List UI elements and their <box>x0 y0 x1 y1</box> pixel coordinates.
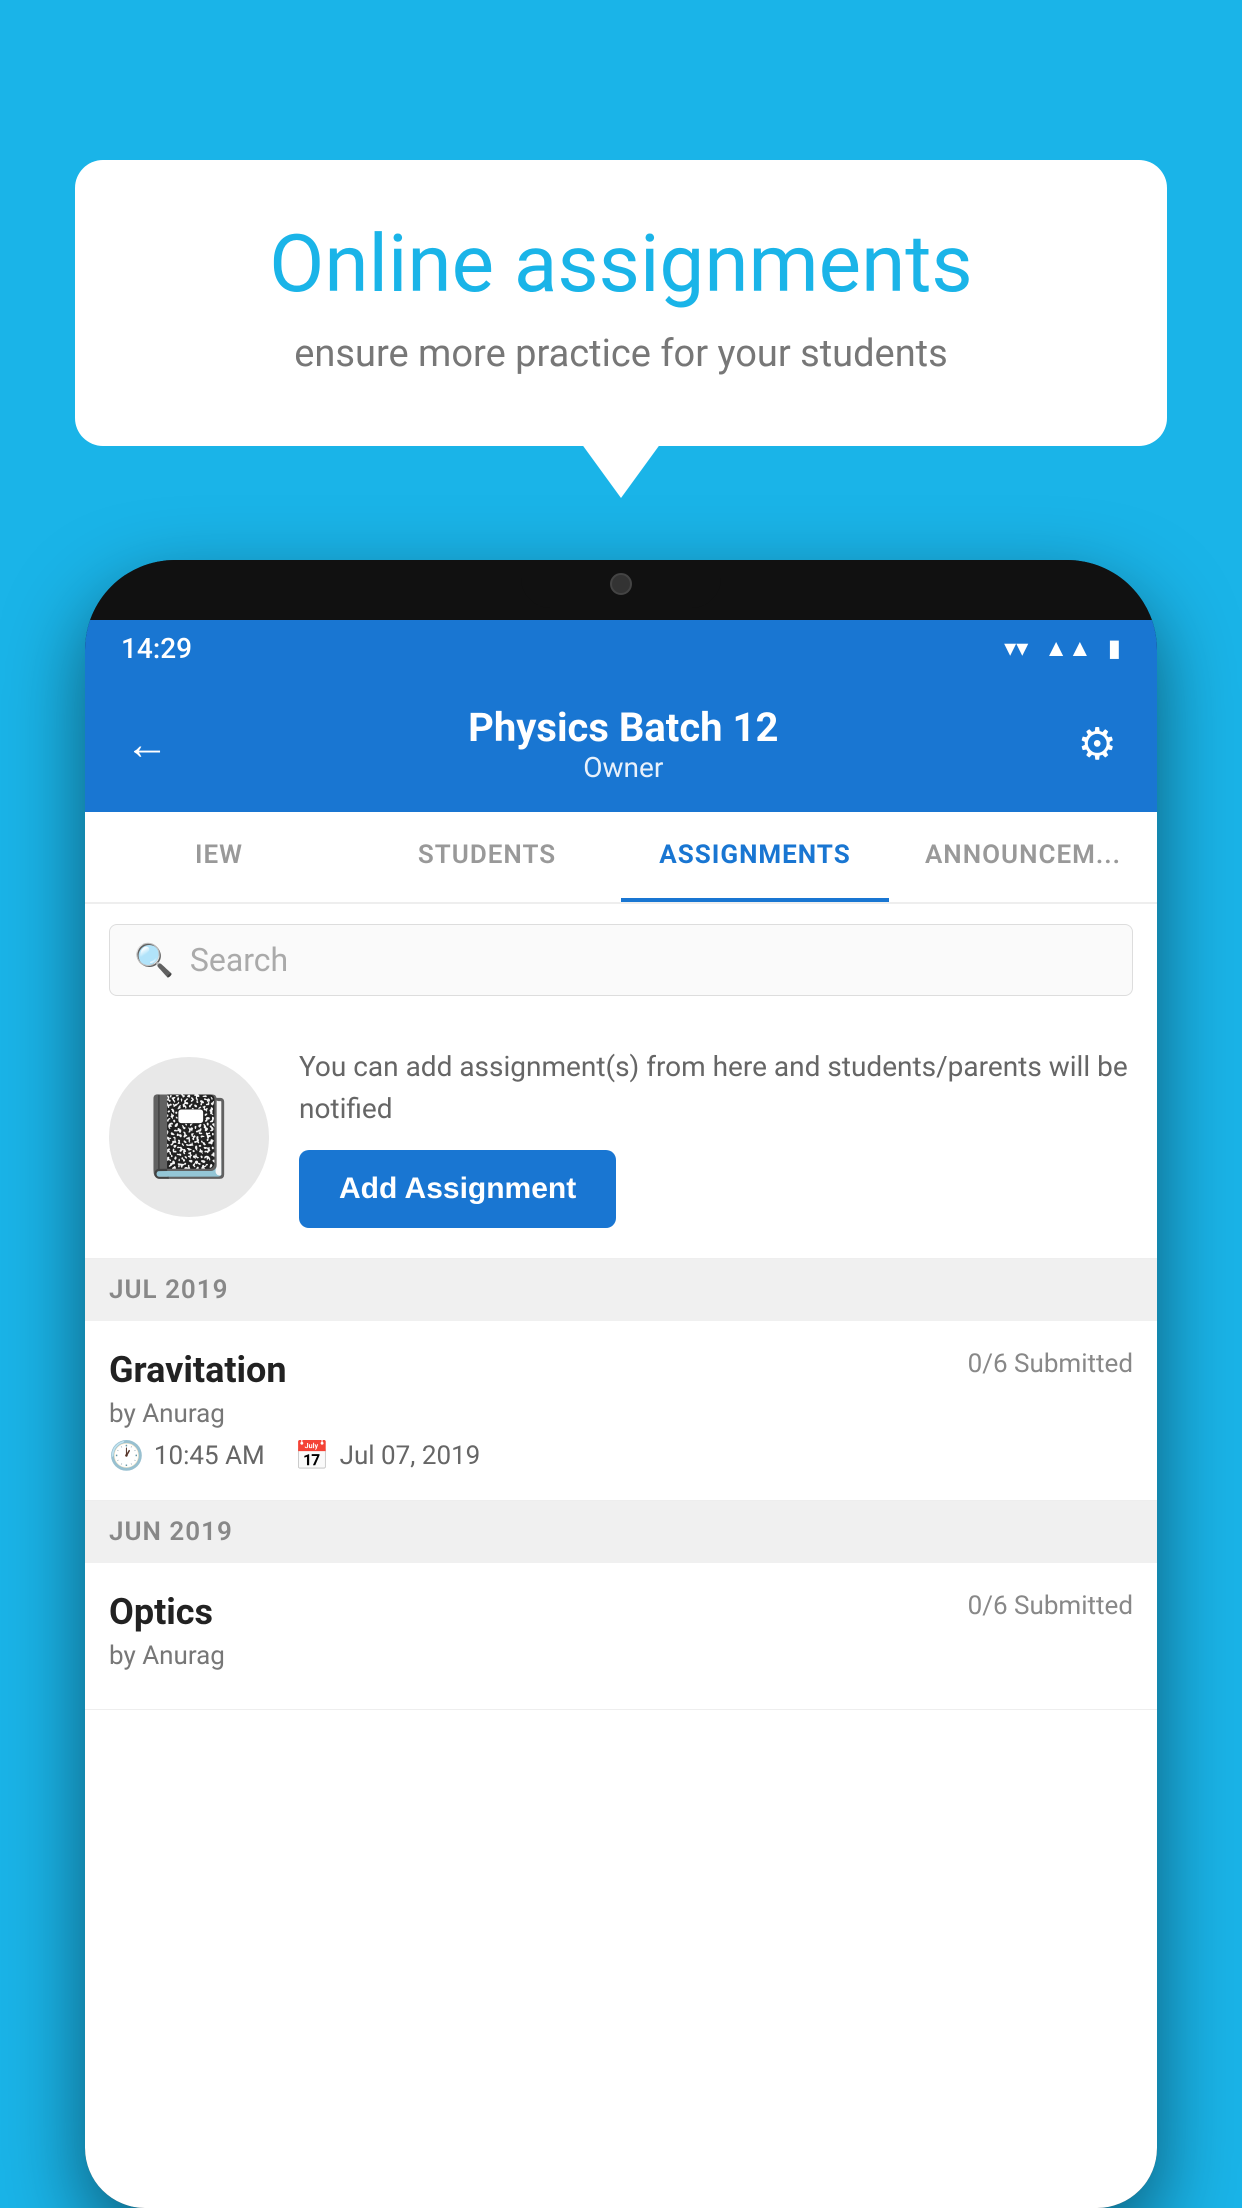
app-content: ← Physics Batch 12 Owner ⚙ IEW STUDENTS … <box>85 676 1157 2208</box>
promo-icon-circle: 📓 <box>109 1057 269 1217</box>
assignment-item-optics[interactable]: Optics 0/6 Submitted by Anurag <box>85 1563 1157 1710</box>
calendar-icon: 📅 <box>295 1439 330 1472</box>
assignment-title-optics: Optics <box>109 1591 213 1633</box>
signal-icon: ▲▲ <box>1044 634 1092 663</box>
battery-icon: ▮ <box>1108 634 1121 662</box>
notebook-icon: 📓 <box>139 1090 239 1184</box>
header-title: Physics Batch 12 <box>169 704 1078 751</box>
assignment-submitted: 0/6 Submitted <box>968 1349 1133 1379</box>
speech-bubble-container: Online assignments ensure more practice … <box>75 160 1167 446</box>
bubble-title: Online assignments <box>155 220 1087 308</box>
add-assignment-button[interactable]: Add Assignment <box>299 1150 616 1228</box>
promo-content: You can add assignment(s) from here and … <box>299 1046 1133 1228</box>
tab-assignments[interactable]: ASSIGNMENTS <box>621 812 889 902</box>
camera-dot <box>610 573 632 595</box>
status-bar: 14:29 ▾▾ ▲▲ ▮ <box>85 620 1157 676</box>
bubble-subtitle: ensure more practice for your students <box>155 332 1087 376</box>
promo-text: You can add assignment(s) from here and … <box>299 1046 1133 1130</box>
meta-date: 📅 Jul 07, 2019 <box>295 1439 481 1472</box>
search-container: 🔍 Search <box>85 904 1157 1016</box>
clock-icon: 🕐 <box>109 1439 144 1472</box>
search-icon: 🔍 <box>134 941 174 979</box>
settings-button[interactable]: ⚙ <box>1078 718 1117 770</box>
search-box[interactable]: 🔍 Search <box>109 924 1133 996</box>
back-button[interactable]: ← <box>125 718 169 770</box>
header-subtitle: Owner <box>169 751 1078 784</box>
add-assignment-promo: 📓 You can add assignment(s) from here an… <box>85 1016 1157 1259</box>
tab-announcements[interactable]: ANNOUNCEM... <box>889 812 1157 902</box>
assignment-item-gravitation[interactable]: Gravitation 0/6 Submitted by Anurag 🕐 10… <box>85 1321 1157 1501</box>
status-icons: ▾▾ ▲▲ ▮ <box>1004 634 1121 663</box>
assignment-author-optics: by Anurag <box>109 1641 1133 1671</box>
tabs-bar: IEW STUDENTS ASSIGNMENTS ANNOUNCEM... <box>85 812 1157 904</box>
status-time: 14:29 <box>121 632 192 665</box>
meta-time: 🕐 10:45 AM <box>109 1439 265 1472</box>
assignment-author: by Anurag <box>109 1399 1133 1429</box>
assignment-date: Jul 07, 2019 <box>340 1441 481 1471</box>
app-header: ← Physics Batch 12 Owner ⚙ <box>85 676 1157 812</box>
section-jun-2019: JUN 2019 <box>85 1501 1157 1563</box>
speech-bubble: Online assignments ensure more practice … <box>75 160 1167 446</box>
assignment-header-optics: Optics 0/6 Submitted <box>109 1591 1133 1633</box>
header-title-block: Physics Batch 12 Owner <box>169 704 1078 784</box>
wifi-icon: ▾▾ <box>1004 634 1028 662</box>
assignment-header: Gravitation 0/6 Submitted <box>109 1349 1133 1391</box>
assignment-time: 10:45 AM <box>154 1441 265 1471</box>
tab-overview[interactable]: IEW <box>85 812 353 902</box>
assignment-meta: 🕐 10:45 AM 📅 Jul 07, 2019 <box>109 1439 1133 1472</box>
assignment-title: Gravitation <box>109 1349 287 1391</box>
assignment-submitted-optics: 0/6 Submitted <box>968 1591 1133 1621</box>
phone-notch <box>521 560 721 608</box>
phone-frame: 14:29 ▾▾ ▲▲ ▮ ← Physics Batch 12 Owner ⚙… <box>85 560 1157 2208</box>
search-input[interactable]: Search <box>190 941 288 979</box>
section-jul-2019: JUL 2019 <box>85 1259 1157 1321</box>
phone-notch-area <box>85 560 1157 620</box>
tab-students[interactable]: STUDENTS <box>353 812 621 902</box>
